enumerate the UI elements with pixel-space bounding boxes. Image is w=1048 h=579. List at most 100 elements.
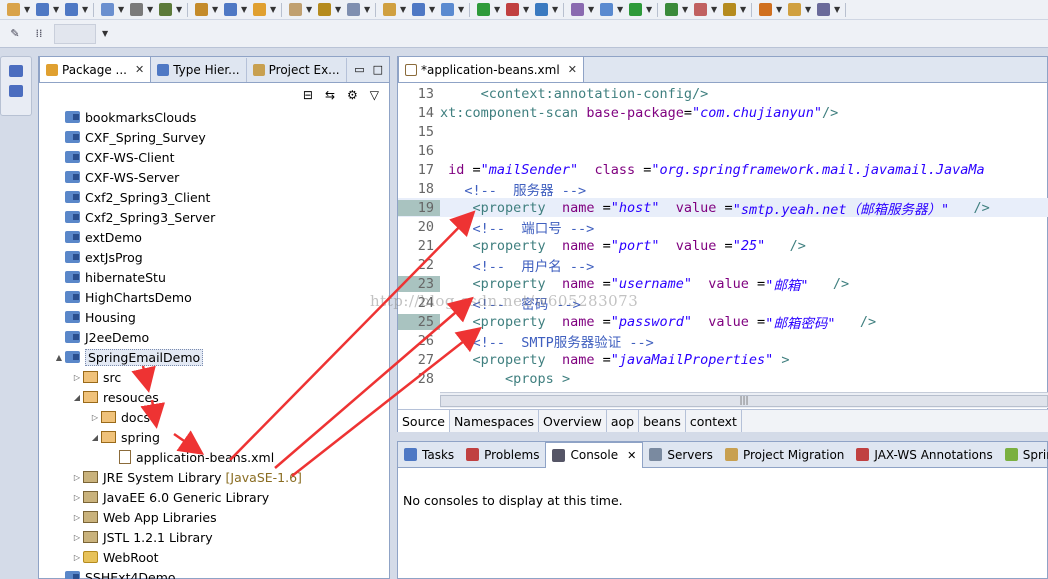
tree-item[interactable]: ◢ spring [39, 427, 389, 447]
close-icon[interactable]: ✕ [568, 63, 577, 76]
run-icon[interactable] [474, 2, 492, 18]
editor-page-tab[interactable]: aop [607, 410, 640, 432]
save-all-icon[interactable] [98, 2, 116, 18]
close-icon[interactable]: ✕ [627, 449, 636, 462]
tab-jaxws[interactable]: JAX-WS Annotations [850, 443, 998, 467]
tree-item[interactable]: ▷ JavaEE 6.0 Generic Library [39, 487, 389, 507]
new-wizard-icon[interactable] [380, 2, 398, 18]
skip-breakpoints-icon[interactable] [192, 2, 210, 18]
chevron-down-icon[interactable]: ▼ [834, 5, 841, 14]
chevron-down-icon[interactable]: ▼ [458, 5, 465, 14]
build-icon[interactable] [409, 2, 427, 18]
chevron-down-icon[interactable]: ▼ [82, 5, 89, 14]
chevron-down-icon[interactable]: ▼ [740, 5, 747, 14]
tree-item[interactable]: extDemo [39, 227, 389, 247]
pencil-icon[interactable]: ✎ [6, 26, 24, 42]
chevron-down-icon[interactable]: ▼ [241, 5, 248, 14]
chevron-down-icon[interactable]: ▼ [494, 5, 501, 14]
chevron-down-icon[interactable]: ▼ [617, 5, 624, 14]
collapse-all-icon[interactable]: ⊟ [303, 88, 313, 102]
view-menu-icon[interactable]: ⚙ [347, 88, 358, 102]
print-icon[interactable] [127, 2, 145, 18]
tree-item[interactable]: CXF_Spring_Survey [39, 127, 389, 147]
close-icon[interactable]: ✕ [135, 63, 144, 76]
globe-icon[interactable] [532, 2, 550, 18]
tab-migration[interactable]: Project Migration [719, 443, 850, 467]
code-area[interactable]: 13 <context:annotation-config/> 14 xt:comp… [398, 84, 1048, 394]
chevron-down-icon[interactable]: ▼ [147, 5, 154, 14]
expand-toggle-icon[interactable]: ▷ [71, 493, 83, 502]
tree-item[interactable]: extJsProg [39, 247, 389, 267]
chevron-down-icon[interactable]: ▼ [24, 5, 31, 14]
chevron-down-icon[interactable]: ▼ [118, 5, 125, 14]
editor-page-tab[interactable]: Source [398, 410, 450, 432]
open-resource-icon[interactable] [344, 2, 362, 18]
tree-item[interactable]: hibernateStu [39, 267, 389, 287]
tab-project-explorer[interactable]: Project Ex... [247, 58, 347, 82]
save-icon[interactable] [62, 2, 80, 18]
profile-icon[interactable] [568, 2, 586, 18]
tree-item[interactable]: J2eeDemo [39, 327, 389, 347]
editor-page-tab[interactable]: Namespaces [450, 410, 539, 432]
tree-item[interactable]: ▷ src [39, 367, 389, 387]
restore-icon[interactable] [9, 65, 23, 77]
server-icon[interactable] [597, 2, 615, 18]
chevron-down-icon[interactable]: ▼ [270, 5, 277, 14]
chevron-down-icon[interactable]: ▼ [306, 5, 313, 14]
tab-problems[interactable]: Problems [460, 443, 545, 467]
tree-item[interactable]: Cxf2_Spring3_Client [39, 187, 389, 207]
chevron-down-icon[interactable]: ▼ [53, 5, 60, 14]
expand-toggle-icon[interactable]: ◢ [89, 433, 101, 442]
tree-item[interactable]: ▷ JSTL 1.2.1 Library [39, 527, 389, 547]
tree-item[interactable]: ▲ SpringEmailDemo [39, 347, 389, 367]
chevron-down-icon[interactable]: ▼ [646, 5, 653, 14]
tree-item[interactable]: bookmarksClouds [39, 107, 389, 127]
tree-item[interactable]: ▷ JRE System Library [JavaSE-1.6] [39, 467, 389, 487]
perspective-switcher[interactable] [54, 23, 96, 44]
forward-icon[interactable] [286, 2, 304, 18]
external-tools-icon[interactable] [503, 2, 521, 18]
tree-item[interactable]: ◢ resouces [39, 387, 389, 407]
new-dropdown-icon[interactable] [33, 2, 51, 18]
link-with-editor-icon[interactable]: ⇆ [325, 88, 335, 102]
refresh-icon[interactable] [756, 2, 774, 18]
open-folder-icon[interactable] [785, 2, 803, 18]
chevron-down-icon[interactable]: ▼ [682, 5, 689, 14]
chevron-down-icon[interactable]: ▼ [400, 5, 407, 14]
search-icon[interactable] [438, 2, 456, 18]
chevron-down-icon[interactable]: ▽ [370, 88, 379, 102]
chevron-down-icon[interactable]: ▼ [176, 5, 183, 14]
debug-green-icon[interactable] [662, 2, 680, 18]
chevron-down-icon[interactable]: ▼ [335, 5, 342, 14]
tree-item[interactable]: application-beans.xml [39, 447, 389, 467]
minimize-icon[interactable]: ▭ [354, 63, 364, 76]
horizontal-scrollbar[interactable]: ||| [440, 392, 1048, 408]
expand-toggle-icon[interactable]: ▷ [71, 373, 83, 382]
view-icon[interactable] [9, 85, 23, 97]
tab-type-hierarchy[interactable]: Type Hier... [151, 58, 247, 82]
expand-toggle-icon[interactable]: ◢ [71, 393, 83, 402]
tree-item[interactable]: ▷ WebRoot [39, 547, 389, 567]
chevron-down-icon[interactable]: ▼ [552, 5, 559, 14]
tree-item[interactable]: CXF-WS-Server [39, 167, 389, 187]
tab-tasks[interactable]: Tasks [398, 443, 460, 467]
package-icon[interactable] [720, 2, 738, 18]
tab-package-explorer[interactable]: Package ... ✕ [39, 56, 152, 82]
editor-page-tab[interactable]: context [686, 410, 742, 432]
debug-icon[interactable] [156, 2, 174, 18]
expand-toggle-icon[interactable]: ▷ [71, 533, 83, 542]
tree-item[interactable]: ▷ Web App Libraries [39, 507, 389, 527]
tree-item[interactable]: SSHExt4Demo [39, 567, 389, 579]
chevron-down-icon[interactable]: ▼ [102, 29, 109, 38]
tree-item[interactable]: Housing [39, 307, 389, 327]
chevron-down-icon[interactable]: ▼ [805, 5, 812, 14]
editor-tab[interactable]: *application-beans.xml ✕ [398, 56, 584, 82]
tree-item[interactable]: CXF-WS-Client [39, 147, 389, 167]
coverage-icon[interactable] [691, 2, 709, 18]
chevron-down-icon[interactable]: ▼ [364, 5, 371, 14]
expand-toggle-icon[interactable]: ▷ [71, 513, 83, 522]
wrench-icon[interactable] [221, 2, 239, 18]
open-type-icon[interactable] [315, 2, 333, 18]
back-icon[interactable] [250, 2, 268, 18]
tab-console[interactable]: Console ✕ [545, 441, 644, 468]
